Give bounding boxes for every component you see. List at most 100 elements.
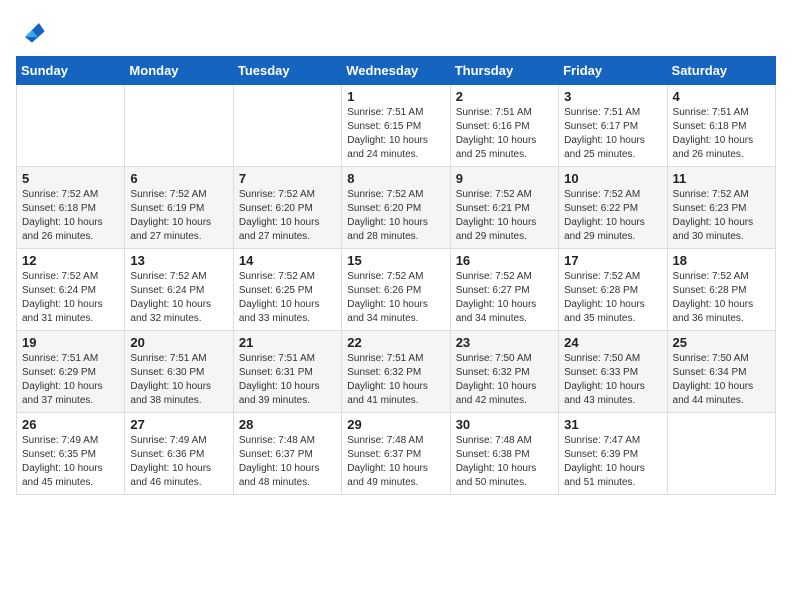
day-number: 25: [673, 335, 770, 350]
day-info: Sunrise: 7:51 AM Sunset: 6:30 PM Dayligh…: [130, 352, 227, 408]
calendar-cell: 30 Sunrise: 7:48 AM Sunset: 6:38 PM Dayli…: [450, 413, 558, 495]
calendar-cell: 3Sunrise: 7:51 AM Sunset: 6:17 PM Daylig…: [559, 85, 667, 167]
day-info: Sunrise: 7:52 AM Sunset: 6:22 PM Dayligh…: [564, 188, 661, 244]
day-number: 7: [239, 171, 336, 186]
calendar-cell: 18 Sunrise: 7:52 AM Sunset: 6:28 PM Dayli…: [667, 249, 775, 331]
calendar-cell: 12 Sunrise: 7:52 AM Sunset: 6:24 PM Dayli…: [17, 249, 125, 331]
day-number: 29: [347, 417, 444, 432]
day-number: 21: [239, 335, 336, 350]
day-info: Sunrise: 7:48 AM Sunset: 6:38 PM Dayligh…: [456, 434, 553, 490]
day-info: Sunrise: 7:52 AM Sunset: 6:27 PM Dayligh…: [456, 270, 553, 326]
calendar-header-wednesday: Wednesday: [342, 57, 450, 85]
page-header: [16, 16, 776, 44]
day-number: 12: [22, 253, 119, 268]
calendar-cell: [125, 85, 233, 167]
calendar-cell: 22 Sunrise: 7:51 AM Sunset: 6:32 PM Dayli…: [342, 331, 450, 413]
day-info: Sunrise: 7:48 AM Sunset: 6:37 PM Dayligh…: [239, 434, 336, 490]
calendar-cell: [233, 85, 341, 167]
day-number: 1: [347, 89, 444, 104]
calendar-cell: 5Sunrise: 7:52 AM Sunset: 6:18 PM Daylig…: [17, 167, 125, 249]
calendar-cell: 23 Sunrise: 7:50 AM Sunset: 6:32 PM Dayli…: [450, 331, 558, 413]
day-number: 28: [239, 417, 336, 432]
calendar-cell: 6Sunrise: 7:52 AM Sunset: 6:19 PM Daylig…: [125, 167, 233, 249]
calendar-cell: 29 Sunrise: 7:48 AM Sunset: 6:37 PM Dayli…: [342, 413, 450, 495]
calendar-cell: 10 Sunrise: 7:52 AM Sunset: 6:22 PM Dayli…: [559, 167, 667, 249]
day-number: 13: [130, 253, 227, 268]
day-number: 27: [130, 417, 227, 432]
day-info: Sunrise: 7:52 AM Sunset: 6:26 PM Dayligh…: [347, 270, 444, 326]
calendar-cell: 4Sunrise: 7:51 AM Sunset: 6:18 PM Daylig…: [667, 85, 775, 167]
calendar-header-row: SundayMondayTuesdayWednesdayThursdayFrid…: [17, 57, 776, 85]
day-number: 10: [564, 171, 661, 186]
calendar-cell: 16 Sunrise: 7:52 AM Sunset: 6:27 PM Dayli…: [450, 249, 558, 331]
calendar-cell: [667, 413, 775, 495]
day-info: Sunrise: 7:51 AM Sunset: 6:17 PM Dayligh…: [564, 106, 661, 162]
calendar-cell: 20 Sunrise: 7:51 AM Sunset: 6:30 PM Dayli…: [125, 331, 233, 413]
day-info: Sunrise: 7:52 AM Sunset: 6:21 PM Dayligh…: [456, 188, 553, 244]
calendar-week-2: 5Sunrise: 7:52 AM Sunset: 6:18 PM Daylig…: [17, 167, 776, 249]
calendar-cell: 14 Sunrise: 7:52 AM Sunset: 6:25 PM Dayli…: [233, 249, 341, 331]
day-info: Sunrise: 7:52 AM Sunset: 6:24 PM Dayligh…: [22, 270, 119, 326]
day-info: Sunrise: 7:51 AM Sunset: 6:16 PM Dayligh…: [456, 106, 553, 162]
calendar-cell: 11 Sunrise: 7:52 AM Sunset: 6:23 PM Dayli…: [667, 167, 775, 249]
calendar-week-4: 19 Sunrise: 7:51 AM Sunset: 6:29 PM Dayli…: [17, 331, 776, 413]
day-info: Sunrise: 7:52 AM Sunset: 6:23 PM Dayligh…: [673, 188, 770, 244]
day-number: 11: [673, 171, 770, 186]
calendar-table: SundayMondayTuesdayWednesdayThursdayFrid…: [16, 56, 776, 495]
day-info: Sunrise: 7:52 AM Sunset: 6:20 PM Dayligh…: [347, 188, 444, 244]
day-number: 14: [239, 253, 336, 268]
calendar-body: 1 Sunrise: 7:51 AM Sunset: 6:15 PM Daylig…: [17, 85, 776, 495]
day-info: Sunrise: 7:48 AM Sunset: 6:37 PM Dayligh…: [347, 434, 444, 490]
day-info: Sunrise: 7:52 AM Sunset: 6:28 PM Dayligh…: [564, 270, 661, 326]
calendar-header-thursday: Thursday: [450, 57, 558, 85]
day-number: 9: [456, 171, 553, 186]
day-info: Sunrise: 7:51 AM Sunset: 6:18 PM Dayligh…: [673, 106, 770, 162]
day-info: Sunrise: 7:51 AM Sunset: 6:31 PM Dayligh…: [239, 352, 336, 408]
day-number: 2: [456, 89, 553, 104]
calendar-cell: [17, 85, 125, 167]
day-info: Sunrise: 7:52 AM Sunset: 6:20 PM Dayligh…: [239, 188, 336, 244]
day-info: Sunrise: 7:52 AM Sunset: 6:24 PM Dayligh…: [130, 270, 227, 326]
calendar-cell: 13 Sunrise: 7:52 AM Sunset: 6:24 PM Dayli…: [125, 249, 233, 331]
calendar-cell: 1 Sunrise: 7:51 AM Sunset: 6:15 PM Daylig…: [342, 85, 450, 167]
calendar-week-3: 12 Sunrise: 7:52 AM Sunset: 6:24 PM Dayli…: [17, 249, 776, 331]
calendar-header-friday: Friday: [559, 57, 667, 85]
day-number: 22: [347, 335, 444, 350]
calendar-cell: 27 Sunrise: 7:49 AM Sunset: 6:36 PM Dayli…: [125, 413, 233, 495]
day-info: Sunrise: 7:50 AM Sunset: 6:34 PM Dayligh…: [673, 352, 770, 408]
calendar-week-5: 26 Sunrise: 7:49 AM Sunset: 6:35 PM Dayli…: [17, 413, 776, 495]
day-number: 26: [22, 417, 119, 432]
calendar-week-1: 1 Sunrise: 7:51 AM Sunset: 6:15 PM Daylig…: [17, 85, 776, 167]
day-info: Sunrise: 7:52 AM Sunset: 6:25 PM Dayligh…: [239, 270, 336, 326]
day-info: Sunrise: 7:50 AM Sunset: 6:33 PM Dayligh…: [564, 352, 661, 408]
day-number: 23: [456, 335, 553, 350]
day-info: Sunrise: 7:49 AM Sunset: 6:35 PM Dayligh…: [22, 434, 119, 490]
day-info: Sunrise: 7:49 AM Sunset: 6:36 PM Dayligh…: [130, 434, 227, 490]
calendar-cell: 19 Sunrise: 7:51 AM Sunset: 6:29 PM Dayli…: [17, 331, 125, 413]
calendar-cell: 25 Sunrise: 7:50 AM Sunset: 6:34 PM Dayli…: [667, 331, 775, 413]
calendar-cell: 28 Sunrise: 7:48 AM Sunset: 6:37 PM Dayli…: [233, 413, 341, 495]
day-number: 6: [130, 171, 227, 186]
day-info: Sunrise: 7:52 AM Sunset: 6:28 PM Dayligh…: [673, 270, 770, 326]
day-number: 8: [347, 171, 444, 186]
day-number: 24: [564, 335, 661, 350]
day-number: 19: [22, 335, 119, 350]
day-info: Sunrise: 7:51 AM Sunset: 6:32 PM Dayligh…: [347, 352, 444, 408]
day-number: 16: [456, 253, 553, 268]
day-number: 30: [456, 417, 553, 432]
calendar-header-saturday: Saturday: [667, 57, 775, 85]
logo-icon: [18, 16, 46, 44]
logo: [16, 16, 46, 44]
day-info: Sunrise: 7:51 AM Sunset: 6:15 PM Dayligh…: [347, 106, 444, 162]
day-info: Sunrise: 7:50 AM Sunset: 6:32 PM Dayligh…: [456, 352, 553, 408]
day-info: Sunrise: 7:51 AM Sunset: 6:29 PM Dayligh…: [22, 352, 119, 408]
day-number: 20: [130, 335, 227, 350]
day-number: 17: [564, 253, 661, 268]
calendar-cell: 2 Sunrise: 7:51 AM Sunset: 6:16 PM Daylig…: [450, 85, 558, 167]
day-number: 15: [347, 253, 444, 268]
day-info: Sunrise: 7:52 AM Sunset: 6:18 PM Dayligh…: [22, 188, 119, 244]
calendar-cell: 17 Sunrise: 7:52 AM Sunset: 6:28 PM Dayli…: [559, 249, 667, 331]
calendar-cell: 21 Sunrise: 7:51 AM Sunset: 6:31 PM Dayli…: [233, 331, 341, 413]
day-number: 18: [673, 253, 770, 268]
calendar-cell: 24 Sunrise: 7:50 AM Sunset: 6:33 PM Dayli…: [559, 331, 667, 413]
